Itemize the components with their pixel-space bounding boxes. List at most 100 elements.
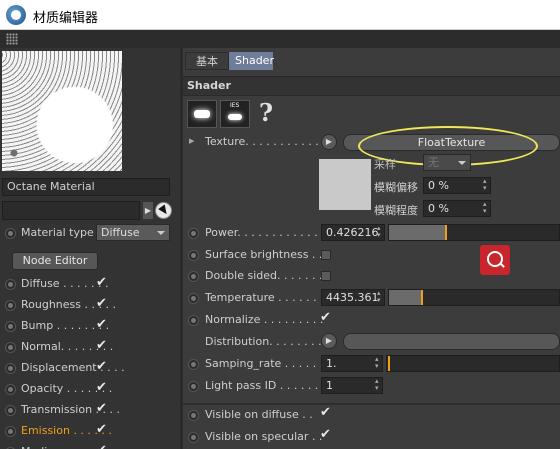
anim-bullet-icon[interactable] bbox=[5, 363, 16, 374]
material-type-select[interactable]: Diffuse bbox=[96, 224, 170, 241]
channel-checkmark-icon[interactable]: ✔ bbox=[96, 380, 107, 395]
window-titlebar: 材质编辑器 bbox=[0, 0, 560, 30]
channel-item[interactable]: Opacity . . . . . . . ✔ bbox=[4, 380, 114, 400]
double-sided-label: Double sided. . . . . . . bbox=[205, 269, 323, 282]
search-icon[interactable] bbox=[480, 245, 510, 275]
material-name-field[interactable]: Octane Material bbox=[2, 178, 170, 196]
texture-menu-button[interactable]: ▶ bbox=[321, 134, 337, 150]
surface-brightness-label: Surface brightness . . bbox=[205, 248, 323, 261]
samping-rate-field[interactable]: 1. bbox=[321, 355, 383, 372]
window-title: 材质编辑器 bbox=[33, 11, 99, 26]
channel-item[interactable]: Diffuse . . . . . . . ✔ bbox=[4, 275, 114, 295]
right-panel: 基本 Shader Shader IES ? ▶ Texture. . . . … bbox=[183, 48, 560, 449]
visible-on-diffuse-checkmark-icon[interactable]: ✔ bbox=[320, 405, 331, 420]
anim-bullet-icon[interactable] bbox=[5, 384, 16, 395]
light-shader-icon[interactable] bbox=[187, 100, 217, 128]
material-type-label: Material type bbox=[21, 226, 94, 239]
power-label: Power. . . . . . . . . . . . bbox=[205, 226, 318, 239]
anim-bullet-icon[interactable] bbox=[188, 359, 199, 370]
link-row: ▶ bbox=[2, 201, 172, 221]
cinema4d-icon bbox=[6, 5, 26, 25]
light-pass-id-field[interactable]: 1 bbox=[321, 377, 383, 394]
arrow-right-icon[interactable]: ▶ bbox=[143, 202, 153, 219]
power-slider[interactable] bbox=[388, 224, 560, 241]
power-field[interactable]: 0.426216 bbox=[321, 224, 385, 241]
normalize-checkmark-icon[interactable]: ✔ bbox=[320, 310, 331, 325]
surface-brightness-checkbox[interactable] bbox=[321, 250, 331, 260]
material-preview[interactable] bbox=[2, 51, 122, 171]
blur-degree-field[interactable]: 0 % bbox=[423, 200, 491, 217]
anim-bullet-icon[interactable] bbox=[5, 342, 16, 353]
anim-bullet-icon[interactable] bbox=[188, 410, 199, 421]
channel-checkmark-icon[interactable]: ✔ bbox=[96, 443, 107, 449]
left-panel: Octane Material ▶ Material type Diffuse … bbox=[0, 48, 180, 449]
samping-rate-slider[interactable] bbox=[386, 355, 560, 372]
temperature-slider-fill bbox=[389, 290, 421, 305]
blur-offset-label: 模糊偏移 bbox=[374, 181, 418, 194]
grip-handle-icon[interactable] bbox=[6, 33, 18, 45]
blur-degree-label: 模糊程度 bbox=[374, 204, 418, 217]
anim-bullet-icon[interactable] bbox=[5, 426, 16, 437]
texture-preview-swatch bbox=[319, 159, 371, 210]
distribution-menu-button[interactable]: ▶ bbox=[321, 333, 337, 349]
divider bbox=[183, 403, 560, 405]
channel-checkmark-icon[interactable]: ✔ bbox=[96, 359, 107, 374]
anim-bullet-icon[interactable] bbox=[188, 315, 199, 326]
anim-bullet-icon[interactable] bbox=[188, 381, 199, 392]
anim-bullet-icon[interactable] bbox=[188, 271, 199, 282]
distribution-label: Distribution. . . . . . . . bbox=[205, 335, 322, 348]
anim-bullet-icon[interactable] bbox=[5, 279, 16, 290]
section-title: Shader bbox=[183, 76, 560, 96]
channel-label[interactable]: Medium bbox=[21, 445, 65, 449]
channel-item[interactable]: Roughness . . . . . ✔ bbox=[4, 296, 116, 316]
channel-item[interactable]: Bump . . . . . . . . ✔ bbox=[4, 317, 114, 337]
channel-checkmark-icon[interactable]: ✔ bbox=[96, 338, 107, 353]
visible-on-diffuse-label: Visible on diffuse . . bbox=[205, 408, 313, 421]
double-sided-checkbox[interactable] bbox=[321, 271, 331, 281]
ies-light-icon[interactable]: IES bbox=[220, 100, 250, 128]
samping-rate-label: Samping_rate . . . . . . bbox=[205, 357, 324, 370]
power-slider-knob[interactable] bbox=[445, 225, 447, 240]
node-editor-button[interactable]: Node Editor bbox=[12, 252, 98, 270]
temperature-slider-knob[interactable] bbox=[421, 290, 423, 305]
channel-item[interactable]: Emission . . . . . . ✔ bbox=[4, 422, 114, 442]
texture-shader-button[interactable]: FloatTexture bbox=[343, 134, 560, 151]
anim-bullet-icon[interactable] bbox=[188, 432, 199, 443]
visible-on-specular-label: Visible on specular . . bbox=[205, 430, 323, 443]
distribution-shader-button[interactable] bbox=[343, 333, 560, 350]
channel-item[interactable]: Medium ✔ bbox=[4, 443, 114, 449]
anim-bullet-icon[interactable] bbox=[5, 300, 16, 311]
anim-bullet-icon[interactable] bbox=[5, 321, 16, 332]
anim-bullet-icon[interactable] bbox=[188, 293, 199, 304]
samping-rate-slider-knob[interactable] bbox=[388, 356, 390, 371]
channel-item[interactable]: Displacement . . . . ✔ bbox=[4, 359, 125, 379]
channel-item[interactable]: Transmission . . . . ✔ bbox=[4, 401, 120, 421]
link-field[interactable] bbox=[2, 201, 140, 220]
temperature-field[interactable]: 4435.361 bbox=[321, 289, 385, 306]
anim-bullet-icon[interactable] bbox=[5, 228, 16, 239]
anim-bullet-icon[interactable] bbox=[188, 250, 199, 261]
normalize-label: Normalize . . . . . . . . . bbox=[205, 313, 324, 326]
channel-item[interactable]: Normal. . . . . . . . ✔ bbox=[4, 338, 114, 358]
channel-checkmark-icon[interactable]: ✔ bbox=[96, 275, 107, 290]
channel-checkmark-icon[interactable]: ✔ bbox=[96, 317, 107, 332]
sampling-label: 采样 bbox=[374, 158, 396, 171]
blur-offset-field[interactable]: 0 % bbox=[423, 177, 491, 194]
light-pass-id-label: Light pass ID . . . . . . bbox=[205, 379, 319, 392]
temperature-slider[interactable] bbox=[388, 289, 560, 306]
channel-checkmark-icon[interactable]: ✔ bbox=[96, 401, 107, 416]
tab-basic[interactable]: 基本 bbox=[185, 52, 229, 70]
expand-triangle-icon[interactable]: ▶ bbox=[189, 137, 194, 145]
anim-bullet-icon[interactable] bbox=[188, 228, 199, 239]
tab-shader[interactable]: Shader bbox=[229, 52, 274, 70]
channel-checkmark-icon[interactable]: ✔ bbox=[96, 296, 107, 311]
sampling-select[interactable]: 无 bbox=[423, 154, 471, 171]
texture-label: Texture. . . . . . . . . . . bbox=[205, 135, 319, 148]
channel-checkmark-icon[interactable]: ✔ bbox=[96, 422, 107, 437]
channel-label[interactable]: Displacement . . . . bbox=[21, 361, 125, 374]
pick-arrow-icon[interactable] bbox=[155, 202, 172, 219]
anim-bullet-icon[interactable] bbox=[5, 405, 16, 416]
visible-on-specular-checkmark-icon[interactable]: ✔ bbox=[320, 427, 331, 442]
question-mark-icon[interactable]: ? bbox=[259, 98, 273, 127]
temperature-label: Temperature . . . . . . . bbox=[205, 291, 324, 304]
